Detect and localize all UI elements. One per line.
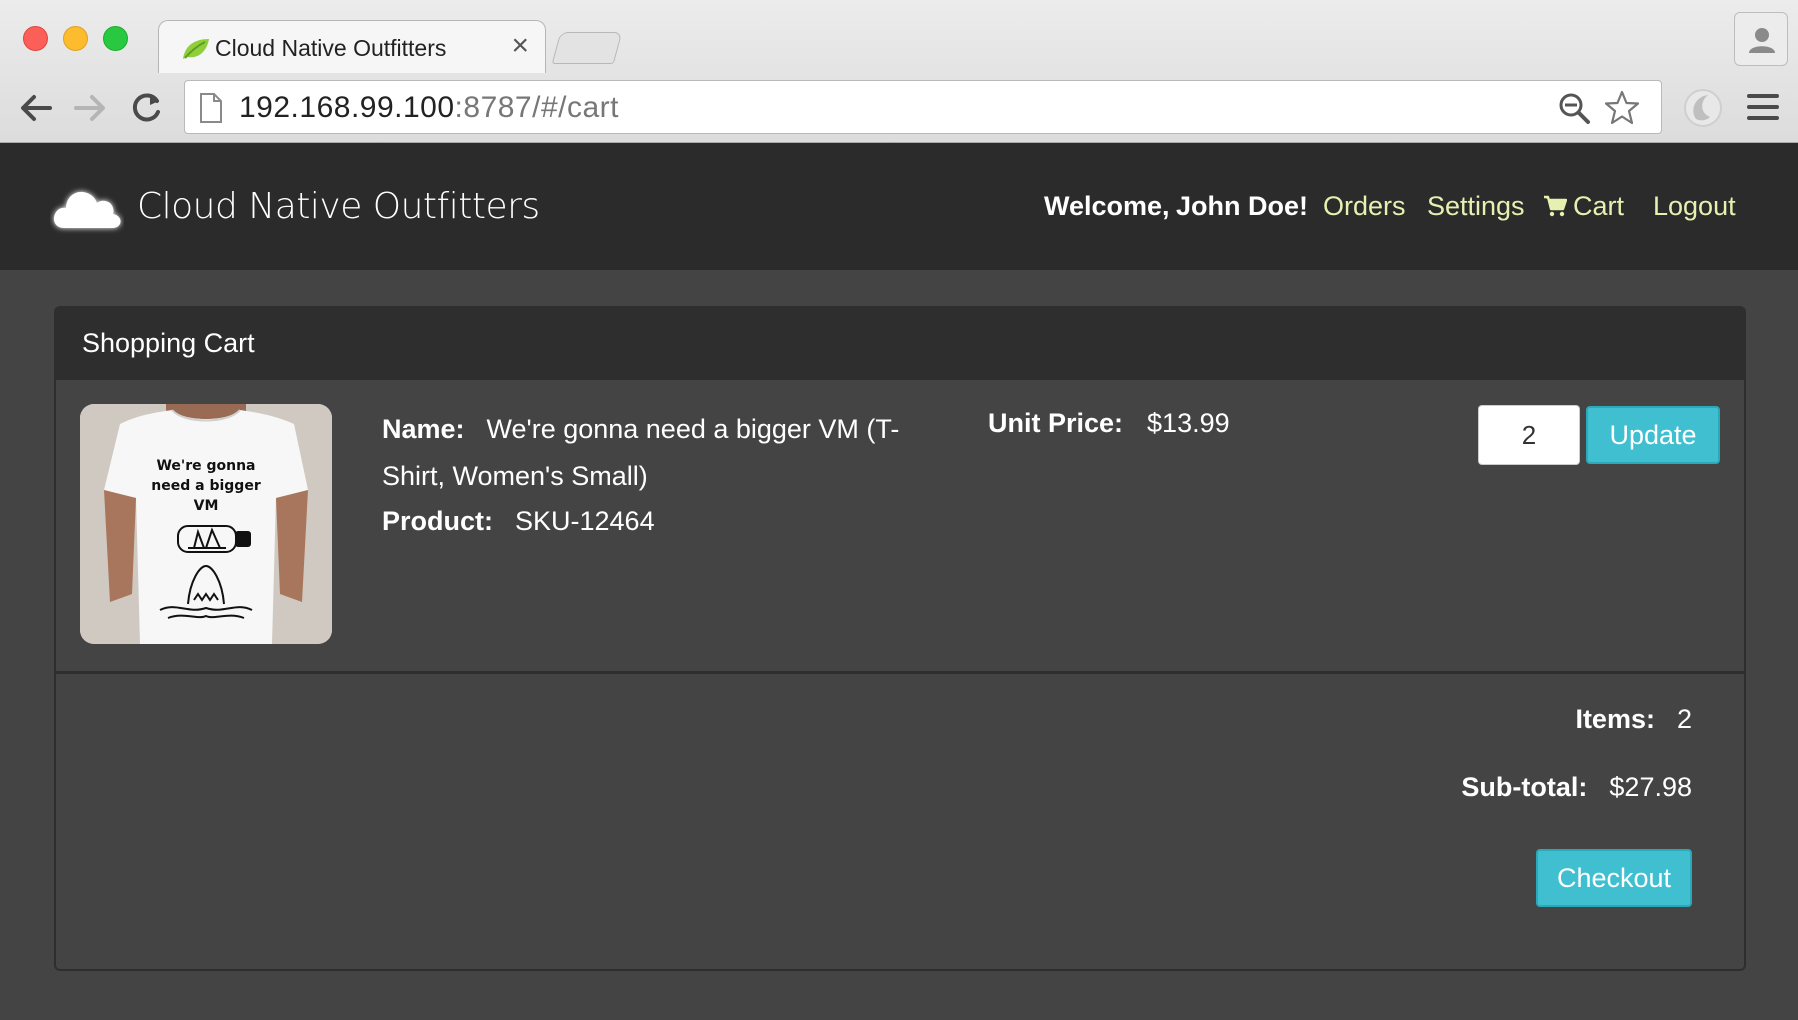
new-tab-button[interactable] — [551, 32, 623, 64]
panel-heading: Shopping Cart — [56, 308, 1744, 380]
bookmark-star-icon[interactable] — [1603, 89, 1641, 127]
forward-arrow-icon[interactable] — [70, 88, 110, 128]
nav-link-orders[interactable]: Orders — [1323, 191, 1406, 222]
checkout-button[interactable]: Checkout — [1536, 849, 1692, 907]
nav-link-settings[interactable]: Settings — [1427, 191, 1525, 222]
unit-price-label: Unit Price: — [988, 408, 1124, 438]
shirt-text-line-3: VM — [194, 498, 219, 514]
nav-link-logout[interactable]: Logout — [1653, 191, 1736, 222]
update-button[interactable]: Update — [1586, 406, 1720, 464]
navbar: Cloud Native Outfitters Welcome, John Do… — [0, 143, 1798, 270]
brand-title[interactable]: Cloud Native Outfitters — [137, 186, 540, 227]
user-name: John Doe! — [1176, 191, 1308, 221]
nav-link-cart[interactable]: Cart — [1543, 191, 1624, 222]
subtotal-value: $27.98 — [1609, 772, 1692, 802]
product-sku: SKU-12464 — [515, 506, 655, 536]
url-text[interactable]: 192.168.99.100:8787/#/cart — [239, 91, 619, 125]
reload-icon[interactable] — [126, 88, 166, 128]
profile-button[interactable] — [1734, 12, 1788, 66]
page-content: Cloud Native Outfitters Welcome, John Do… — [0, 143, 1798, 1020]
browser-tab[interactable]: Cloud Native Outfitters × — [158, 20, 546, 73]
welcome-label: Welcome, — [1044, 191, 1170, 221]
menu-icon[interactable] — [1746, 92, 1780, 122]
close-window-button[interactable] — [23, 26, 48, 51]
quantity-input[interactable] — [1478, 405, 1580, 465]
panel-title: Shopping Cart — [82, 328, 255, 358]
divider — [56, 671, 1744, 674]
name-label: Name: — [382, 414, 465, 444]
maximize-window-button[interactable] — [103, 26, 128, 51]
tshirt-image: We're gonna need a bigger VM — [80, 404, 332, 644]
unit-price-row: Unit Price: $13.99 — [988, 408, 1230, 439]
unit-price: $13.99 — [1147, 408, 1230, 438]
zoom-icon[interactable] — [1557, 91, 1591, 125]
shirt-text-line-1: We're gonna — [156, 458, 255, 474]
browser-chrome: Cloud Native Outfitters × 192.168.99.100… — [0, 0, 1798, 143]
minimize-window-button[interactable] — [63, 26, 88, 51]
extension-icon[interactable] — [1682, 87, 1724, 129]
shopping-cart-panel: Shopping Cart We're gonna need a bigger … — [54, 306, 1746, 971]
items-label: Items: — [1575, 704, 1655, 734]
tab-close-icon[interactable]: × — [511, 29, 529, 62]
product-label: Product: — [382, 506, 493, 536]
cloud-logo-icon — [53, 191, 121, 228]
nav-link-cart-label: Cart — [1573, 191, 1625, 221]
shopping-cart-icon — [1544, 195, 1567, 217]
tab-title: Cloud Native Outfitters — [215, 35, 447, 61]
leaf-favicon-icon — [183, 39, 209, 59]
items-count: 2 — [1676, 704, 1692, 734]
items-count-row: Items: 2 — [1575, 704, 1692, 735]
product-image: We're gonna need a bigger VM — [80, 404, 332, 644]
back-arrow-icon[interactable] — [16, 88, 56, 128]
person-icon — [1749, 28, 1775, 53]
page-icon — [200, 93, 222, 123]
address-bar[interactable]: 192.168.99.100:8787/#/cart — [184, 80, 1662, 134]
product-sku-row: Product: SKU-12464 — [382, 506, 655, 537]
subtotal-label: Sub-total: — [1461, 772, 1588, 802]
subtotal-row: Sub-total: $27.98 — [1461, 772, 1692, 803]
shirt-text-line-2: need a bigger — [151, 478, 261, 494]
product-name-row: Name: We're gonna need a bigger VM (T-Shi… — [382, 408, 902, 502]
